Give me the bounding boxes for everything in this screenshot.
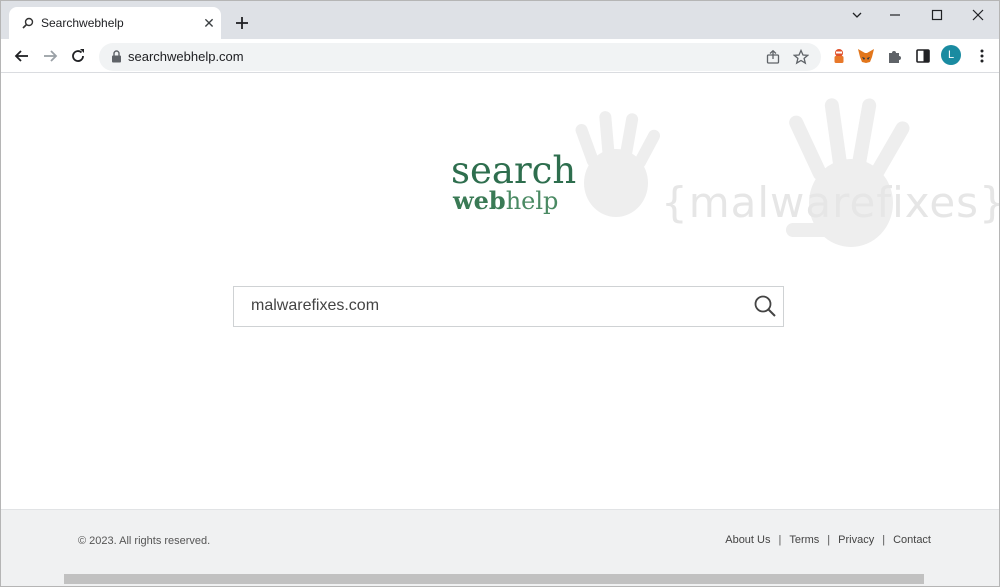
logo-help-text: help — [505, 187, 559, 215]
bookmark-star-icon[interactable] — [793, 49, 809, 65]
close-window-icon[interactable] — [956, 1, 999, 31]
malwarefixes-watermark: {malwarefixes} — [561, 93, 999, 293]
forward-arrow-icon[interactable] — [40, 46, 60, 66]
share-icon[interactable] — [765, 49, 781, 65]
footer-link-about[interactable]: About Us — [717, 534, 778, 546]
horizontal-scrollbar[interactable] — [1, 573, 999, 586]
extension-hacker-icon[interactable] — [830, 47, 848, 65]
profile-avatar[interactable]: L — [941, 45, 961, 65]
metamask-fox-icon[interactable] — [857, 47, 875, 65]
logo-webhelp: webhelp — [453, 186, 558, 215]
search-favicon-icon — [22, 17, 34, 29]
logo-web-text: web — [453, 186, 506, 215]
new-tab-icon[interactable] — [232, 13, 252, 33]
browser-window: Searchwebhelp ✕ searchwebhelp.com L {mal… — [0, 0, 1000, 587]
watermark-text: {malwarefixes} — [661, 178, 1000, 227]
lock-icon[interactable] — [111, 50, 122, 63]
kebab-menu-icon[interactable] — [973, 47, 991, 65]
minimize-icon[interactable] — [873, 1, 917, 31]
reload-icon[interactable] — [68, 46, 88, 66]
close-tab-icon[interactable]: ✕ — [201, 15, 217, 31]
side-panel-icon[interactable] — [914, 47, 932, 65]
footer-link-contact[interactable]: Contact — [885, 534, 939, 546]
footer-links: About Us | Terms | Privacy | Contact — [717, 534, 939, 546]
extensions-puzzle-icon[interactable] — [886, 47, 904, 65]
search-icon[interactable] — [753, 294, 777, 318]
footer-link-terms[interactable]: Terms — [781, 534, 827, 546]
search-input[interactable]: malwarefixes.com — [233, 286, 784, 327]
footer-link-privacy[interactable]: Privacy — [830, 534, 882, 546]
scrollbar-thumb[interactable] — [64, 574, 924, 584]
url-text[interactable]: searchwebhelp.com — [128, 49, 244, 64]
tab-searchwebhelp[interactable]: Searchwebhelp ✕ — [9, 7, 221, 39]
maximize-icon[interactable] — [915, 1, 959, 31]
back-arrow-icon[interactable] — [12, 46, 32, 66]
tab-strip: Searchwebhelp ✕ — [1, 1, 999, 39]
page-footer: © 2023. All rights reserved. About Us | … — [1, 509, 999, 575]
tab-title: Searchwebhelp — [41, 16, 124, 30]
address-bar[interactable]: searchwebhelp.com — [99, 43, 821, 71]
page-content: {malwarefixes} search webhelp malwarefix… — [1, 73, 999, 509]
search-input-value[interactable]: malwarefixes.com — [251, 297, 379, 315]
copyright-text: © 2023. All rights reserved. — [78, 535, 211, 547]
browser-toolbar: searchwebhelp.com L — [1, 39, 999, 73]
